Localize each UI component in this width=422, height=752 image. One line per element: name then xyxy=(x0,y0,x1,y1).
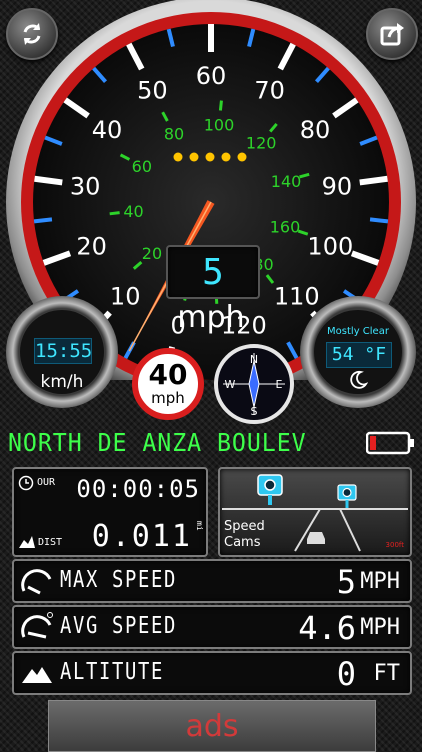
altitude-label: ALTITUTE xyxy=(60,659,164,685)
kmh-tick-label: 40 xyxy=(123,202,143,221)
mountain-icon xyxy=(22,667,52,683)
speed-cams-panel[interactable]: Speed Cams 300ft xyxy=(218,467,412,557)
car-icon xyxy=(307,532,325,544)
weather-condition: Mostly Clear xyxy=(327,326,389,337)
compass-e: E xyxy=(276,378,283,391)
weather-gauge: Mostly Clear 54 °F xyxy=(300,296,416,408)
digital-speed-display: 5 xyxy=(166,245,260,299)
speed-limit-unit: mph xyxy=(151,389,185,407)
clock-time: 15:55 xyxy=(34,338,93,364)
kmh-tick xyxy=(109,211,120,216)
mph-tick-label: 30 xyxy=(70,172,101,200)
avg-speed-gauge-icon xyxy=(21,612,53,639)
kmh-tick-label: 160 xyxy=(270,218,301,237)
max-speed-label: MAX SPEED xyxy=(60,567,177,593)
speed-limit-value: 40 xyxy=(148,358,188,391)
kmh-tick-label: 100 xyxy=(204,115,235,134)
trip-panel: OUR 00:00:05 DIST 0.011 mi xyxy=(12,467,208,557)
distance-label: DIST xyxy=(38,537,63,548)
kmh-tick-label: 60 xyxy=(132,157,152,176)
speed-cams-distance: 300ft xyxy=(385,541,404,549)
speed-cams-label-1: Speed xyxy=(224,519,265,534)
avg-speed-unit: MPH xyxy=(360,615,400,640)
camera-icon xyxy=(257,474,283,505)
speed-limit-sign: 40 mph xyxy=(132,348,204,420)
mph-tick-label: 60 xyxy=(196,62,227,90)
trip-distance: 0.011 xyxy=(91,519,192,554)
mph-tick xyxy=(34,175,63,186)
distance-unit: mi xyxy=(195,521,204,531)
mph-tick-label: 40 xyxy=(92,116,123,144)
mph-tick-label: 100 xyxy=(307,232,353,260)
avg-speed-label: AVG SPEED xyxy=(60,613,177,639)
clock-icon xyxy=(18,475,34,491)
mph-tick-label: 80 xyxy=(300,116,331,144)
clock-gauge: 15:55 km/h xyxy=(6,296,118,408)
compass-s: S xyxy=(251,405,258,418)
altitude-unit: FT xyxy=(373,661,401,686)
kmh-tick-label: 80 xyxy=(164,124,184,143)
altitude-value: 0 xyxy=(336,655,356,693)
moon-icon xyxy=(350,370,368,389)
max-speed-value: 5 xyxy=(336,563,356,601)
speed-cams-label-2: Cams xyxy=(224,535,261,550)
compass-w: W xyxy=(225,378,236,391)
weather-temperature: 54 °F xyxy=(326,342,392,368)
street-name: NORTH DE ANZA BOULEV xyxy=(8,428,307,457)
avg-speed-value: 4.6 xyxy=(298,609,356,647)
speed-cams-label: Speed Cams xyxy=(224,519,265,551)
kmh-tick-label: 140 xyxy=(271,172,302,191)
mph-tick-label: 110 xyxy=(274,283,320,311)
current-speed: 5 xyxy=(202,251,224,293)
compass-n: N xyxy=(250,353,258,366)
ad-banner[interactable]: ads xyxy=(48,700,376,752)
speed-unit: mph xyxy=(177,300,245,335)
ads-label: ads xyxy=(185,708,239,744)
altitude-row: ALTITUTE 0 FT xyxy=(12,651,412,695)
mph-tick xyxy=(359,175,388,186)
kmh-unit: km/h xyxy=(40,372,84,392)
max-speed-row: MAX SPEED 5 MPH xyxy=(12,559,412,603)
mph-tick-label: 70 xyxy=(254,76,285,104)
max-speed-gauge-icon xyxy=(21,569,52,595)
max-speed-unit: MPH xyxy=(360,569,400,594)
kmh-tick-label: 120 xyxy=(246,133,277,152)
timer-label: OUR xyxy=(37,477,56,488)
camera-icon xyxy=(337,484,357,508)
mph-tick-label: 90 xyxy=(322,172,353,200)
kmh-tick xyxy=(218,100,223,111)
avg-speed-row: AVG SPEED 4.6 MPH xyxy=(12,605,412,649)
compass: N E S W xyxy=(214,344,294,424)
mph-tick-label: 50 xyxy=(137,76,168,104)
mph-tick-label: 20 xyxy=(76,232,107,260)
kmh-tick-label: 20 xyxy=(142,244,162,263)
mph-tick xyxy=(369,217,389,224)
distance-icon xyxy=(19,536,35,548)
mph-tick xyxy=(33,217,53,224)
mph-tick-label: 10 xyxy=(110,283,141,311)
battery-icon xyxy=(366,431,414,455)
trip-timer: 00:00:05 xyxy=(76,475,200,503)
